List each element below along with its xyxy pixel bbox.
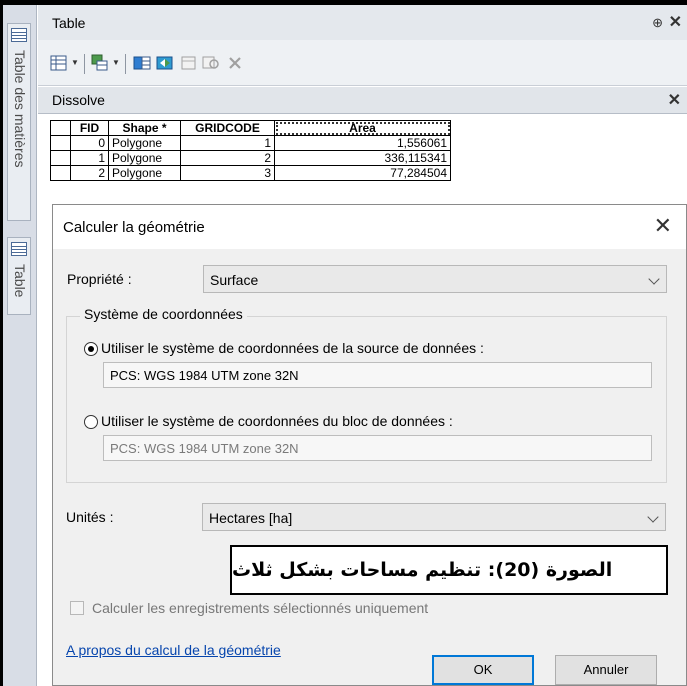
dataframe-coordinate-system-field: PCS: WGS 1984 UTM zone 32N <box>103 435 652 461</box>
related-tables-icon[interactable] <box>91 54 109 72</box>
layer-tab-close-button[interactable]: ✕ <box>668 90 681 110</box>
cell-shape: Polygone <box>108 165 181 181</box>
row-selector[interactable] <box>50 135 71 151</box>
table-of-contents-icon <box>11 28 27 42</box>
radio-source-coordinate-system[interactable] <box>84 342 98 356</box>
units-select-value: Hectares [ha] <box>209 510 293 526</box>
tab-table[interactable]: Table <box>7 237 31 315</box>
source-coordinate-system-field: PCS: WGS 1984 UTM zone 32N <box>103 362 652 388</box>
cell-gridcode: 2 <box>180 150 275 166</box>
cell-fid: 0 <box>70 135 109 151</box>
table-options-dropdown-icon[interactable]: ▼ <box>71 58 79 67</box>
chevron-down-icon <box>647 511 659 523</box>
attribute-table-area: FID Shape * GRIDCODE Area 0 Polygone 1 1… <box>38 114 687 204</box>
cell-fid: 2 <box>70 165 109 181</box>
radio-dataframe-coordinate-system[interactable] <box>84 415 98 429</box>
table-row[interactable]: 1 Polygone 2 336,115341 <box>50 150 451 166</box>
table-toolbar: ▼ ▼ <box>38 40 687 86</box>
row-selector-header[interactable] <box>50 120 71 136</box>
figure-caption: الصورة (20): تنظيم مساحات بشكل ثلاث <box>230 545 668 595</box>
table-options-icon[interactable] <box>50 54 68 72</box>
layer-tab-bar: Dissolve ✕ <box>38 87 687 114</box>
attribute-table: FID Shape * GRIDCODE Area 0 Polygone 1 1… <box>50 120 451 181</box>
side-tab-strip: Table des matières Table <box>3 5 37 686</box>
clear-selection-icon[interactable] <box>180 54 198 72</box>
column-header-shape[interactable]: Shape * <box>108 120 181 136</box>
table-row[interactable]: 0 Polygone 1 1,556061 <box>50 135 451 151</box>
tab-table-of-contents[interactable]: Table des matières <box>7 23 31 221</box>
toolbar-separator <box>125 54 126 74</box>
zoom-to-selected-icon[interactable] <box>202 54 220 72</box>
figure-caption-text: الصورة (20): تنظيم مساحات بشكل ثلاث <box>232 559 613 581</box>
column-header-fid[interactable]: FID <box>70 120 109 136</box>
related-tables-dropdown-icon[interactable]: ▼ <box>112 58 120 67</box>
cell-fid: 1 <box>70 150 109 166</box>
units-select[interactable]: Hectares [ha] <box>202 503 666 531</box>
cancel-button[interactable]: Annuler <box>555 655 657 685</box>
delete-selected-icon[interactable] <box>226 54 244 72</box>
source-coordinate-system-value: PCS: WGS 1984 UTM zone 32N <box>110 368 299 383</box>
property-select-value: Surface <box>210 272 259 288</box>
table-window-close-button[interactable]: ✕ <box>669 12 682 32</box>
cell-gridcode: 3 <box>180 165 275 181</box>
table-window-titlebar: Table ⊕ ✕ <box>38 5 687 40</box>
dataframe-coordinate-system-value: PCS: WGS 1984 UTM zone 32N <box>110 441 299 456</box>
ok-button[interactable]: OK <box>432 655 534 685</box>
tab-table-of-contents-label: Table des matières <box>12 50 28 168</box>
toolbar-separator <box>84 54 85 74</box>
dialog-title: Calculer la géométrie <box>63 219 205 236</box>
cell-area: 336,115341 <box>274 150 451 166</box>
table-window-title: Table <box>52 15 86 31</box>
help-link[interactable]: A propos du calcul de la géométrie <box>66 642 281 658</box>
table-row[interactable]: 2 Polygone 3 77,284504 <box>50 165 451 181</box>
cell-area: 1,556061 <box>274 135 451 151</box>
radio-source-coordinate-system-label[interactable]: Utiliser le système de coordonnées de la… <box>101 340 484 356</box>
property-select[interactable]: Surface <box>203 265 667 293</box>
cell-gridcode: 1 <box>180 135 275 151</box>
row-selector[interactable] <box>50 165 71 181</box>
radio-dataframe-coordinate-system-label[interactable]: Utiliser le système de coordonnées du bl… <box>101 413 453 429</box>
table-header-row: FID Shape * GRIDCODE Area <box>50 120 451 136</box>
switch-selection-icon[interactable] <box>156 54 174 72</box>
selected-records-only-checkbox[interactable] <box>70 601 84 615</box>
pin-icon[interactable]: ⊕ <box>652 15 663 31</box>
table-icon <box>11 242 27 256</box>
dialog-titlebar: Calculer la géométrie ✕ <box>53 205 686 249</box>
tab-table-label: Table <box>12 264 28 298</box>
coordinate-system-group-label: Système de coordonnées <box>80 306 247 322</box>
cell-shape: Polygone <box>108 135 181 151</box>
layer-tab-dissolve[interactable]: Dissolve <box>52 92 105 108</box>
row-selector[interactable] <box>50 150 71 166</box>
units-label: Unités : <box>66 509 114 525</box>
selected-records-only-label: Calculer les enregistrements sélectionné… <box>92 600 429 616</box>
column-header-gridcode[interactable]: GRIDCODE <box>180 120 275 136</box>
cell-shape: Polygone <box>108 150 181 166</box>
column-header-area[interactable]: Area <box>274 120 451 136</box>
property-label: Propriété : <box>67 271 132 287</box>
dialog-close-button[interactable]: ✕ <box>654 213 672 239</box>
chevron-down-icon <box>648 273 660 285</box>
select-by-attributes-icon[interactable] <box>133 54 151 72</box>
cell-area: 77,284504 <box>274 165 451 181</box>
